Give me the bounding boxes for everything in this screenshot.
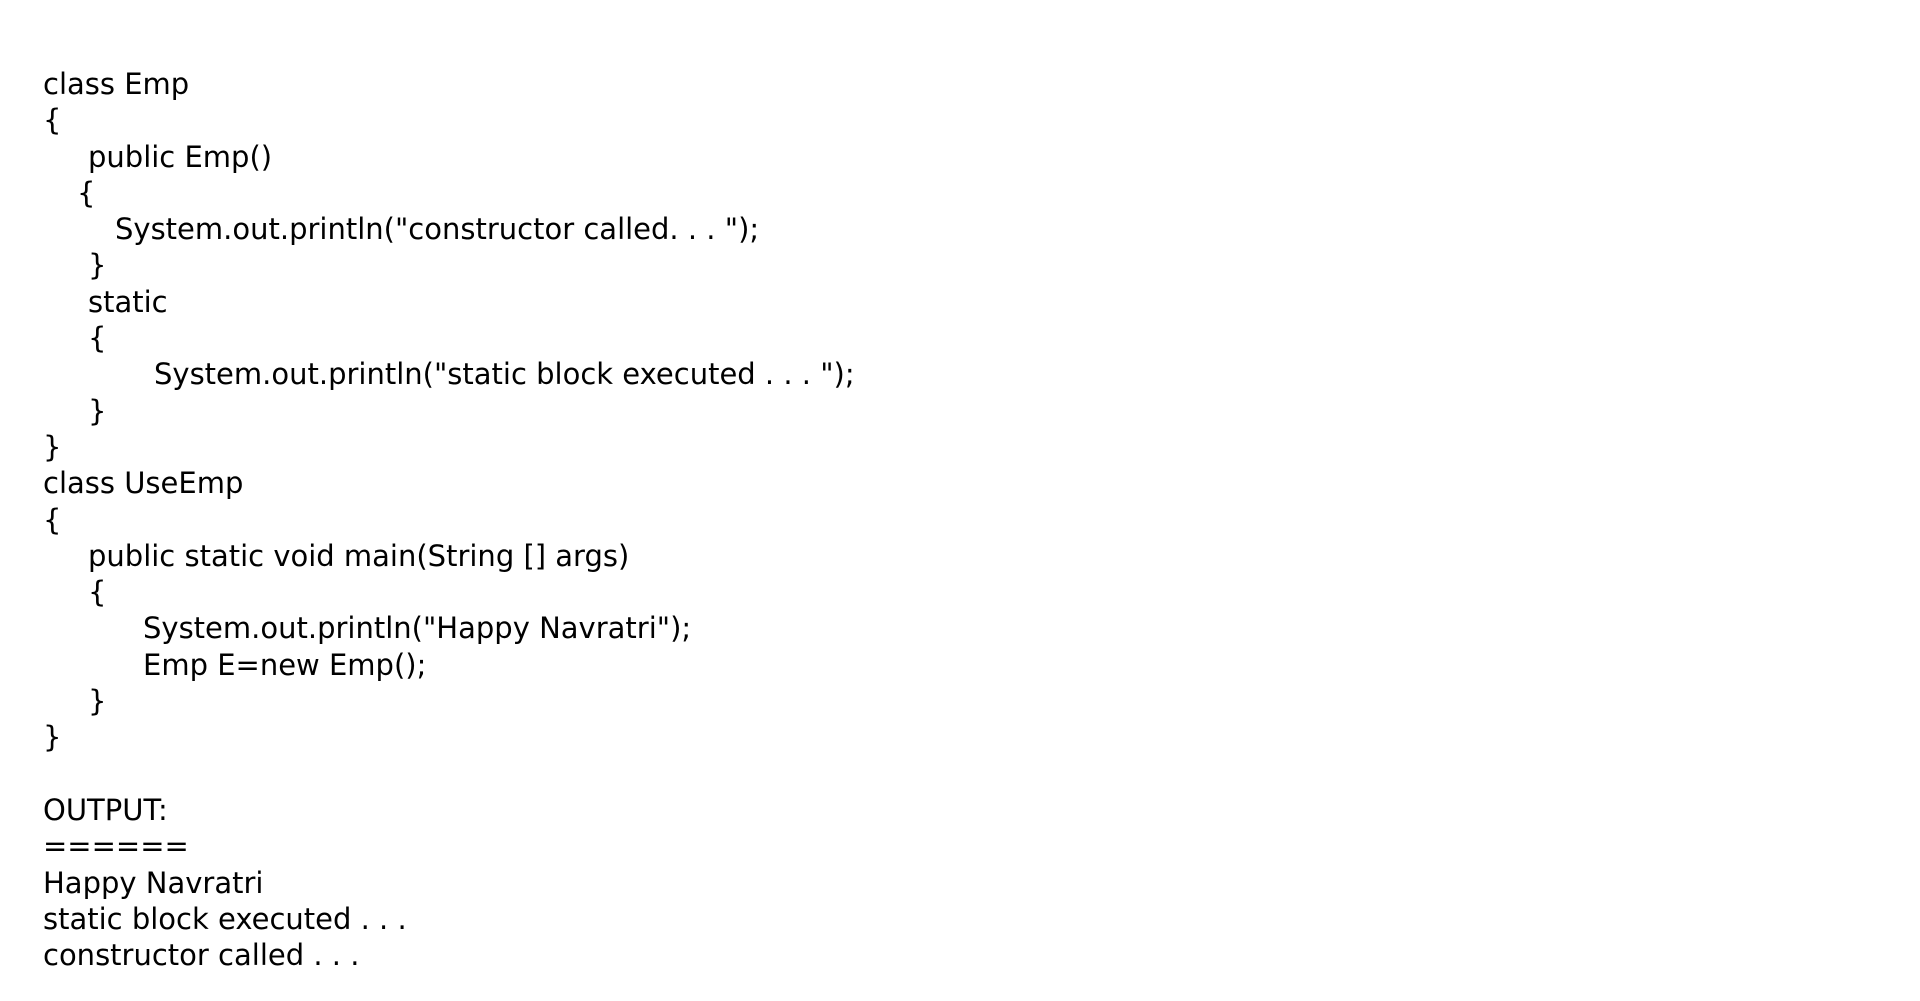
- code-line: }: [43, 429, 62, 464]
- code-line: }: [88, 248, 107, 283]
- code-line: public Emp(): [88, 139, 273, 174]
- code-line: System.out.println("constructor called. …: [115, 212, 760, 247]
- code-line: class Emp: [43, 67, 190, 101]
- code-line: public static void main(String [] args): [88, 538, 630, 573]
- code-line: {: [88, 575, 107, 610]
- code-line: }: [43, 720, 62, 755]
- code-line: {: [77, 175, 96, 210]
- code-line: {: [43, 103, 62, 138]
- output-line: Happy Navratri: [43, 865, 264, 900]
- code-line: System.out.println("static block execute…: [154, 357, 855, 392]
- output-section: OUTPUT: ====== Happy Navratri static blo…: [0, 792, 1920, 973]
- output-heading: OUTPUT:: [43, 792, 168, 827]
- code-listing: class Emp { public Emp() { System.out.pr…: [0, 66, 1920, 756]
- output-line: constructor called . . .: [43, 938, 360, 973]
- code-line: {: [88, 321, 107, 356]
- output-line: static block executed . . .: [43, 901, 407, 936]
- code-line: {: [43, 502, 62, 537]
- code-line: Emp E=new Emp();: [143, 647, 427, 682]
- code-line: System.out.println("Happy Navratri");: [143, 611, 692, 646]
- code-line: class UseEmp: [43, 466, 244, 501]
- code-line: }: [88, 393, 107, 428]
- document-body: class Emp { public Emp() { System.out.pr…: [0, 66, 1920, 973]
- code-line: static: [88, 284, 168, 319]
- code-line: }: [88, 684, 107, 719]
- output-underline: ======: [43, 829, 189, 864]
